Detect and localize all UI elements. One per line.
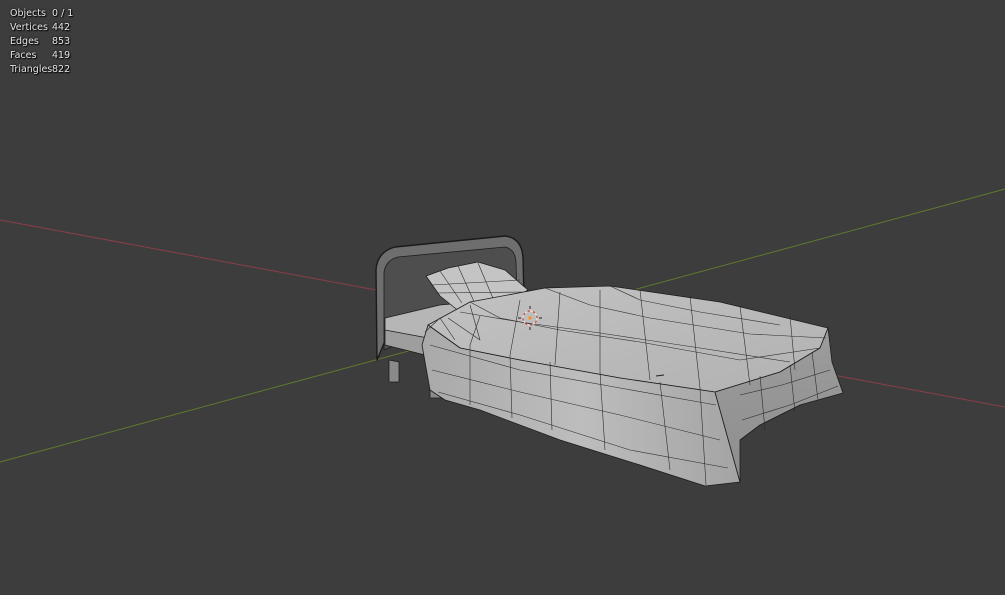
statistics-overlay: Objects 0 / 1 Vertices 442 Edges 853 Fac… <box>10 7 73 77</box>
stat-label: Faces <box>10 50 37 61</box>
bed-leg-left <box>388 359 400 383</box>
stat-row-objects: Objects 0 / 1 <box>10 7 73 21</box>
stat-value: 822 <box>52 64 71 75</box>
stat-label: Edges <box>10 36 39 47</box>
stat-value: 0 / 1 <box>52 8 74 19</box>
stat-row-faces: Faces 419 <box>10 49 73 63</box>
stat-value: 853 <box>52 36 71 47</box>
stat-label: Objects <box>10 8 46 19</box>
bed-model[interactable] <box>375 235 844 487</box>
stat-row-triangles: Triangles 822 <box>10 63 73 77</box>
stat-row-vertices: Vertices 442 <box>10 21 73 35</box>
stat-label: Vertices <box>10 22 48 33</box>
stat-label: Triangles <box>10 64 53 75</box>
stat-value: 442 <box>52 22 71 33</box>
stat-row-edges: Edges 853 <box>10 35 73 49</box>
3d-viewport[interactable]: Objects 0 / 1 Vertices 442 Edges 853 Fac… <box>0 0 1005 595</box>
stat-value: 419 <box>52 50 71 61</box>
viewport-scene[interactable] <box>0 0 1005 595</box>
